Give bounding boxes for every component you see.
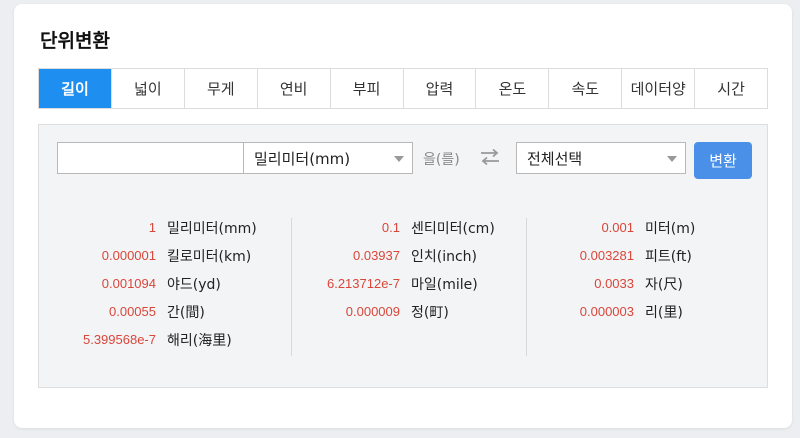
result-unit: 자(尺) [645,277,683,293]
results-column-2: 0.1 센티미터(cm) 0.03937 인치(inch) 6.213712e-… [283,218,527,358]
result-unit: 해리(海里) [167,333,232,349]
tab-area[interactable]: 넓이 [110,69,184,108]
result-row: 0.000009 정(町) [283,302,523,322]
converter-panel: 밀리미터(mm) 을(를) 전체선택 변환 1 밀리미터(mm) 0.00000… [38,124,768,388]
result-unit: 킬로미터(km) [167,249,252,265]
result-value: 0.00055 [109,304,156,319]
result-unit: 간(間) [167,305,205,321]
tab-data-amount[interactable]: 데이터양 [621,69,694,108]
result-row: 0.00055 간(間) [39,302,279,322]
result-value: 0.001094 [101,276,156,291]
to-unit-select[interactable]: 전체선택 [516,142,686,174]
result-value: 0.000003 [579,304,634,319]
result-unit: 정(町) [411,305,449,321]
results-column-3: 0.001 미터(m) 0.003281 피트(ft) 0.0033 자(尺) … [517,218,769,358]
result-unit: 마일(mile) [411,277,478,293]
result-unit: 밀리미터(mm) [167,221,257,237]
result-row: 0.000003 리(里) [517,302,757,322]
result-value: 5.399568e-7 [82,332,156,347]
convert-button[interactable]: 변환 [694,142,752,179]
tab-length[interactable]: 길이 [39,69,111,108]
unit-category-tabs: 길이 넓이 무게 연비 부피 압력 온도 속도 데이터양 시간 [38,68,768,109]
result-unit: 인치(inch) [411,249,478,265]
chevron-down-icon [667,156,677,162]
result-unit: 리(里) [645,305,683,321]
results-column-1: 1 밀리미터(mm) 0.000001 킬로미터(km) 0.001094 야드… [39,218,291,358]
result-unit: 센티미터(cm) [411,221,495,237]
result-row: 1 밀리미터(mm) [39,218,279,238]
from-unit-select[interactable]: 밀리미터(mm) [243,142,413,174]
result-value: 0.003281 [579,248,634,263]
tab-fuel-economy[interactable]: 연비 [256,69,330,108]
from-unit-label: 밀리미터(mm) [254,149,351,168]
result-row: 0.001094 야드(yd) [39,274,279,294]
result-unit: 미터(m) [645,221,696,237]
conversion-results: 1 밀리미터(mm) 0.000001 킬로미터(km) 0.001094 야드… [39,218,769,358]
chevron-down-icon [394,156,404,162]
result-value: 0.000009 [345,304,400,319]
result-value: 0.03937 [353,248,400,263]
tab-volume[interactable]: 부피 [329,69,403,108]
tab-temperature[interactable]: 온도 [475,69,548,108]
result-value: 6.213712e-7 [326,276,400,291]
tab-pressure[interactable]: 압력 [402,69,476,108]
result-row: 5.399568e-7 해리(海里) [39,330,279,350]
result-unit: 피트(ft) [645,249,692,265]
result-unit: 야드(yd) [167,277,221,293]
result-row: 0.1 센티미터(cm) [283,218,523,238]
result-row: 6.213712e-7 마일(mile) [283,274,523,294]
result-value: 0.000001 [101,248,156,263]
result-value: 0.0033 [594,276,634,291]
result-value: 0.1 [381,220,400,235]
result-row: 0.0033 자(尺) [517,274,757,294]
result-value: 1 [148,220,156,235]
to-unit-label: 전체선택 [527,149,583,168]
page-title: 단위변환 [40,30,110,52]
tab-time[interactable]: 시간 [694,69,767,108]
swap-arrows-icon[interactable] [479,148,501,166]
result-row: 0.000001 킬로미터(km) [39,246,279,266]
particle-label: 을(를) [423,152,460,168]
result-row: 0.001 미터(m) [517,218,757,238]
tab-weight[interactable]: 무게 [183,69,257,108]
result-value: 0.001 [601,220,634,235]
result-row: 0.003281 피트(ft) [517,246,757,266]
tab-speed[interactable]: 속도 [548,69,621,108]
result-row: 0.03937 인치(inch) [283,246,523,266]
